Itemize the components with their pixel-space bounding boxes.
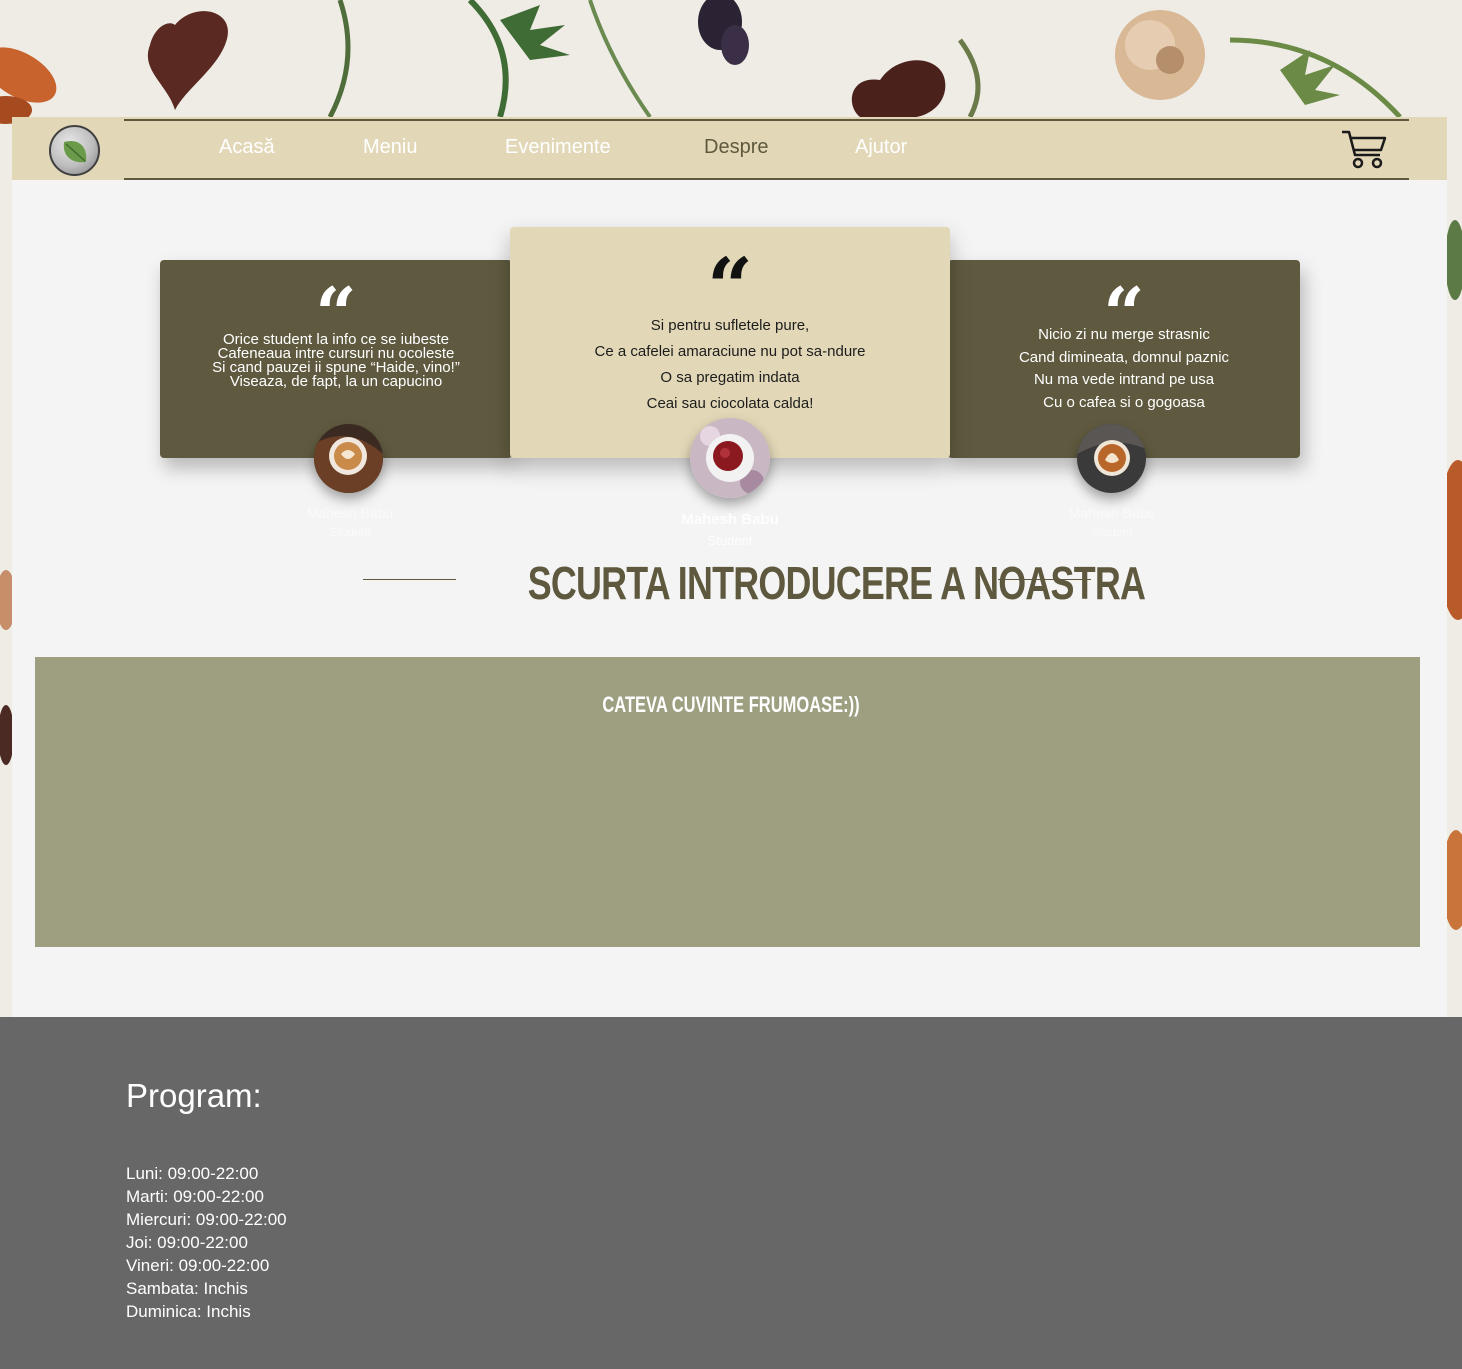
nav-divider bbox=[124, 119, 1409, 121]
nav-item-acasa[interactable]: Acasă bbox=[219, 136, 275, 164]
title-divider bbox=[363, 579, 456, 580]
testimonial-line: Cand dimineata, domnul paznic bbox=[1018, 348, 1230, 366]
testimonial-line: Ceai sau ciocolata calda! bbox=[646, 395, 814, 412]
author-role: Student bbox=[329, 525, 371, 539]
nav-item-despre[interactable]: Despre bbox=[704, 136, 768, 164]
hours-row: Duminica: Inchis bbox=[126, 1302, 251, 1321]
testimonial-line: O sa pregatim indata bbox=[660, 369, 800, 386]
hours-row: Joi: 09:00-22:00 bbox=[126, 1233, 248, 1252]
hours-row: Vineri: 09:00-22:00 bbox=[126, 1256, 270, 1275]
testimonial-text: Nicio zi nu merge strasnic Cand dimineat… bbox=[948, 324, 1300, 414]
opening-hours: Luni: 09:00-22:00 Marti: 09:00-22:00 Mie… bbox=[126, 1162, 287, 1323]
testimonial-line: Viseaza, de fapt, la un capucino bbox=[229, 373, 443, 390]
hours-row: Marti: 09:00-22:00 bbox=[126, 1187, 264, 1206]
section-title: SCURTA INTRODUCERE A NOASTRA bbox=[527, 557, 1146, 609]
logo[interactable] bbox=[49, 125, 100, 176]
author-role: Student bbox=[1091, 525, 1133, 539]
nav-item-ajutor[interactable]: Ajutor bbox=[855, 136, 907, 164]
nav-item-meniu[interactable]: Meniu bbox=[363, 136, 417, 164]
nav-divider bbox=[124, 178, 1409, 180]
author-name: Mahesh Babu bbox=[1068, 505, 1156, 521]
testimonial-line: Cu o cafea si o gogoasa bbox=[1043, 393, 1205, 411]
testimonial-text: Si pentru sufletele pure, Ce a cafelei a… bbox=[510, 313, 950, 417]
author-role: Student bbox=[707, 533, 753, 548]
testimonial-text: Orice student la info ce se iubeste Cafe… bbox=[160, 332, 512, 390]
author-name: Mahesh Babu bbox=[306, 505, 394, 521]
footer-title: Program: bbox=[126, 1077, 262, 1114]
hours-row: Sambata: Inchis bbox=[126, 1279, 248, 1298]
testimonial-line: Nu ma vede intrand pe usa bbox=[1033, 371, 1215, 388]
leaf-icon bbox=[63, 140, 86, 162]
cart-icon[interactable] bbox=[1340, 128, 1388, 170]
hours-row: Miercuri: 09:00-22:00 bbox=[126, 1210, 287, 1229]
testimonial-line: Si pentru sufletele pure, bbox=[650, 317, 810, 334]
testimonial-line: Nicio zi nu merge strasnic bbox=[1038, 326, 1210, 343]
title-divider bbox=[998, 579, 1091, 580]
avatar bbox=[1077, 424, 1146, 493]
author-name: Mahesh Babu bbox=[681, 511, 779, 528]
nav-item-evenimente[interactable]: Evenimente bbox=[505, 136, 611, 164]
avatar bbox=[690, 418, 770, 498]
avatar bbox=[314, 424, 383, 493]
intro-heading: CATEVA CUVINTE FRUMOASE:)) bbox=[602, 692, 860, 717]
hours-row: Luni: 09:00-22:00 bbox=[126, 1164, 259, 1183]
testimonial-line: Ce a cafelei amaraciune nu pot sa-ndure bbox=[594, 343, 866, 360]
